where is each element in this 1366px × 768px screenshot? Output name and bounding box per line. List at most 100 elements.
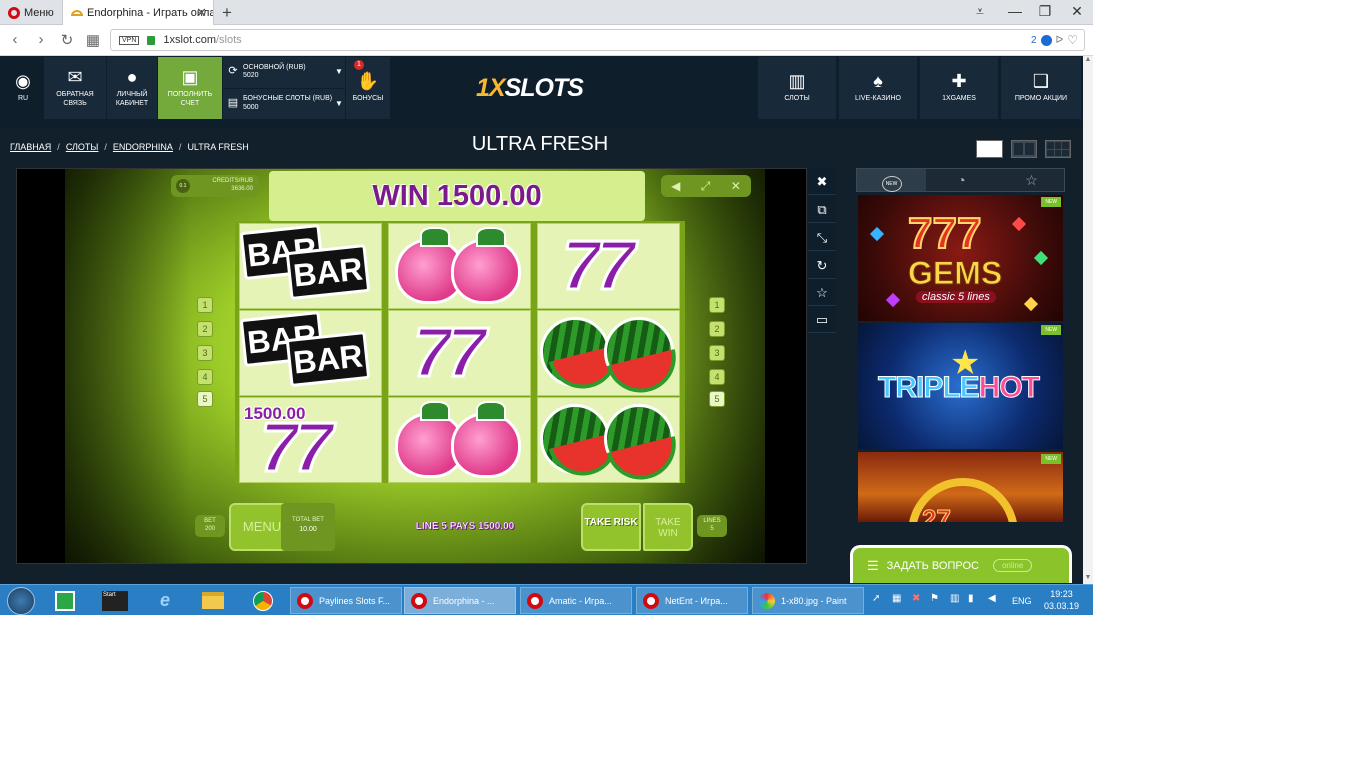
- tray-device-icon[interactable]: ▥: [950, 593, 959, 604]
- game-thumb-777-gems[interactable]: 777 GEMS classic 5 lines NEW: [858, 195, 1063, 321]
- payline-marker[interactable]: 1: [709, 297, 725, 313]
- bet-panel[interactable]: BET 200: [195, 515, 225, 537]
- payline-marker[interactable]: 2: [197, 321, 213, 337]
- site-logo[interactable]: 1XSLOTS: [476, 74, 584, 103]
- payline-marker[interactable]: 3: [709, 345, 725, 361]
- game-thumb-27[interactable]: 27 NEW: [858, 452, 1063, 522]
- deposit-button[interactable]: ▣ ПОПОЛНИТЬ СЧЕТ: [158, 57, 222, 119]
- page-scrollbar[interactable]: ▲ ▼: [1083, 56, 1093, 584]
- url-text[interactable]: 1xslot.com/slots: [163, 34, 241, 46]
- payline-marker[interactable]: 5: [709, 391, 725, 407]
- taskbar-task-amatic[interactable]: Amatic - Игра...: [520, 587, 632, 614]
- internet-explorer-icon[interactable]: e: [148, 587, 182, 614]
- taskbar-task-paylines[interactable]: Paylines Slots F...: [290, 587, 402, 614]
- feedback-button[interactable]: ✉ ОБРАТНАЯ СВЯЗЬ: [44, 57, 106, 119]
- lines-panel[interactable]: LINES 5: [697, 515, 727, 537]
- ask-question-widget[interactable]: ☰ ЗАДАТЬ ВОПРОС online: [850, 545, 1072, 583]
- start-app-icon[interactable]: Start: [98, 587, 132, 614]
- volume-icon[interactable]: ◀: [988, 593, 996, 604]
- total-bet-panel[interactable]: TOTAL BET 10.00: [281, 503, 335, 551]
- file-explorer-icon[interactable]: [196, 587, 230, 614]
- vpn-badge[interactable]: VPN: [119, 35, 140, 45]
- refresh-icon[interactable]: ⟳: [223, 65, 243, 78]
- new-badge-icon: NEW: [881, 176, 902, 192]
- nav-live-casino[interactable]: ♠ LIVE-КАЗИНО: [839, 57, 917, 119]
- clock[interactable]: 19:23 03.03.19: [1044, 589, 1079, 612]
- coin-value[interactable]: 0.1: [176, 179, 190, 193]
- nav-promo[interactable]: ❑ ПРОМО АКЦИИ: [1001, 57, 1081, 119]
- payline-marker[interactable]: 3: [197, 345, 213, 361]
- reload-icon[interactable]: ↻: [808, 252, 836, 279]
- start-button[interactable]: [4, 586, 38, 615]
- tab-label: Меню: [24, 6, 54, 19]
- close-window-button[interactable]: ✕: [1065, 3, 1089, 20]
- slot-game-frame[interactable]: 0.1 CREDITS/RUB 3636.00 WIN 1500.00 ◀ ⤢ …: [16, 168, 807, 564]
- tab-new-games[interactable]: NEW: [857, 169, 926, 192]
- gem-decoration: [1023, 296, 1039, 312]
- bookmark-heart-icon[interactable]: ♡: [1067, 33, 1078, 47]
- gamepad-icon[interactable]: ▭: [808, 306, 836, 333]
- tray-arrow-icon[interactable]: ➚: [872, 593, 880, 604]
- fullscreen-icon[interactable]: ⤢: [701, 179, 711, 194]
- close-game-icon[interactable]: ✕: [731, 179, 741, 193]
- chevron-down-icon[interactable]: ▼: [333, 99, 345, 109]
- star-icon[interactable]: ☆: [808, 279, 836, 306]
- speed-dial-icon[interactable]: ▦: [84, 31, 102, 49]
- task-label: Paylines Slots F...: [319, 595, 391, 606]
- close-icon[interactable]: ✖: [808, 168, 836, 195]
- store-icon[interactable]: [48, 587, 82, 614]
- copy-icon[interactable]: ⧉: [808, 196, 836, 223]
- language-button[interactable]: ◉ RU: [4, 57, 42, 119]
- chevron-down-icon[interactable]: ▼: [333, 67, 345, 77]
- main-balance-row[interactable]: ⟳ основной (RUB) 5020 ▼: [223, 57, 345, 87]
- bonus-balance-row[interactable]: ▤ бонусные слоты (RUB) 5000 ▼: [223, 88, 345, 118]
- back-icon[interactable]: ‹: [6, 31, 24, 48]
- reels[interactable]: BAR BAR BAR BAR 7 7 1500.00 7 7 7 7: [235, 221, 685, 483]
- url-field[interactable]: VPN 1xslot.com/slots 2 ᐅ ♡: [110, 29, 1085, 51]
- maximize-button[interactable]: ❐: [1033, 3, 1057, 20]
- taskbar-task-endorphina[interactable]: Endorphina - ...: [404, 587, 516, 614]
- minimize-button[interactable]: —: [1003, 3, 1027, 19]
- nav-slots[interactable]: ▥ СЛОТЫ: [758, 57, 836, 119]
- view-quad-button[interactable]: [1045, 140, 1071, 158]
- bonuses-button[interactable]: 1 ✋ БОНУСЫ: [346, 57, 390, 119]
- tab-close-icon[interactable]: ✕: [196, 5, 207, 21]
- tab-recent[interactable]: ◔: [927, 169, 996, 191]
- tray-network-icon[interactable]: ✖: [912, 593, 920, 604]
- flag-icon[interactable]: ⚑: [930, 593, 939, 604]
- view-single-button[interactable]: [976, 140, 1003, 158]
- expand-icon[interactable]: ⤡: [808, 224, 836, 251]
- taskbar-task-paint[interactable]: 1-x80.jpg - Paint: [752, 587, 864, 614]
- payline-marker[interactable]: 4: [709, 369, 725, 385]
- scroll-up-icon[interactable]: ▲: [1083, 56, 1093, 66]
- snapshot-icon[interactable]: ᐅ: [1056, 35, 1064, 46]
- nav-1xgames[interactable]: ✚ 1XGAMES: [920, 57, 998, 119]
- take-win-button[interactable]: TAKE WIN: [643, 503, 693, 551]
- tray-app-icon[interactable]: ▦: [892, 593, 901, 604]
- scroll-down-icon[interactable]: ▼: [1083, 574, 1093, 584]
- adblock-icon[interactable]: [1040, 34, 1052, 46]
- tab-endorphina[interactable]: Endorphina - Играть онлайн ✕: [62, 0, 214, 25]
- breadcrumb-home[interactable]: ГЛАВНАЯ: [10, 142, 51, 152]
- game-thumb-triple-hot[interactable]: ★ TRIPLEHOT NEW: [858, 323, 1063, 449]
- forward-icon[interactable]: ›: [32, 31, 50, 48]
- reload-icon[interactable]: ↻: [58, 31, 76, 49]
- payline-marker[interactable]: 1: [197, 297, 213, 313]
- payline-marker[interactable]: 2: [709, 321, 725, 337]
- cabinet-button[interactable]: ● ЛИЧНЫЙ КАБИНЕТ: [107, 57, 157, 119]
- breadcrumb-provider[interactable]: ENDORPHINA: [113, 142, 173, 152]
- payline-marker[interactable]: 5: [197, 391, 213, 407]
- tab-opera-menu[interactable]: Меню: [0, 0, 58, 25]
- taskbar-task-netent[interactable]: NetEnt - Игра...: [636, 587, 748, 614]
- language-indicator[interactable]: ENG: [1012, 596, 1032, 606]
- sound-icon[interactable]: ◀: [671, 179, 680, 193]
- tab-favorites[interactable]: ☆: [997, 169, 1066, 191]
- new-tab-button[interactable]: +: [222, 3, 232, 23]
- payline-marker[interactable]: 4: [197, 369, 213, 385]
- take-risk-button[interactable]: TAKE RISK: [581, 503, 641, 551]
- signal-icon[interactable]: ▮: [968, 593, 974, 604]
- view-double-button[interactable]: [1011, 140, 1037, 158]
- chrome-icon[interactable]: [246, 587, 280, 614]
- breadcrumb-slots[interactable]: СЛОТЫ: [66, 142, 99, 152]
- tab-filter-icon[interactable]: ⩡: [968, 3, 992, 20]
